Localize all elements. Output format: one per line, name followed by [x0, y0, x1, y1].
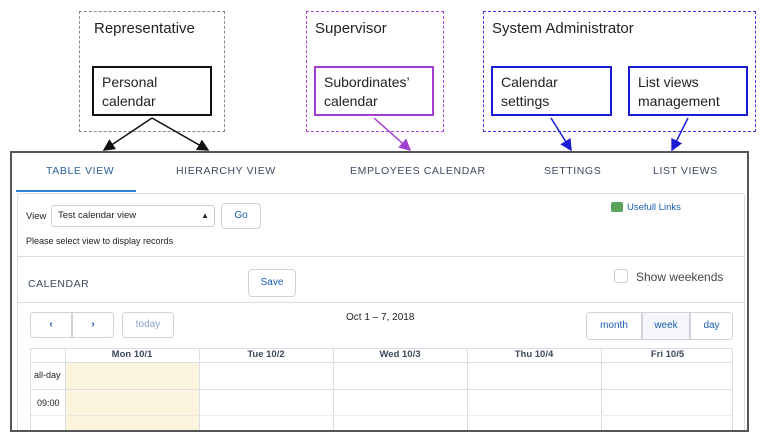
arrow-to-list-views [671, 117, 689, 152]
view-select-value: Test calendar view [58, 210, 137, 221]
week-view-button[interactable]: week [642, 312, 690, 340]
content-panel: View Test calendar view ▲︎ Go Please sel… [17, 193, 745, 430]
arrow-to-employees-calendar [373, 117, 412, 151]
tab-settings[interactable]: SETTINGS [544, 165, 601, 177]
today-button-label: today [135, 319, 161, 330]
show-weekends-label: Show weekends [636, 270, 724, 284]
view-select[interactable]: Test calendar view ▲︎ [51, 205, 215, 227]
day-header-tue: Tue 10/2 [247, 349, 285, 360]
day-header-mon: Mon 10/1 [111, 349, 153, 360]
day-view-button[interactable]: day [690, 312, 733, 340]
tab-bar: TABLE VIEW HIERARCHY VIEW EMPLOYEES CALE… [12, 153, 747, 193]
week-button-label: week [654, 320, 678, 331]
calendar-grid: Mon 10/1 Tue 10/2 Wed 10/3 Thu 10/4 Fri … [30, 348, 733, 430]
grid-line [467, 349, 468, 430]
go-button[interactable]: Go [221, 203, 261, 229]
time-row-label-0900: 09:00 [37, 398, 60, 408]
save-button-label: Save [260, 277, 284, 288]
chevron-left-icon: ‹ [49, 319, 53, 330]
calendar-heading: CALENDAR [28, 278, 90, 290]
app-screenshot: TABLE VIEW HIERARCHY VIEW EMPLOYEES CALE… [10, 151, 749, 432]
grid-line [31, 389, 732, 390]
active-tab-indicator [16, 190, 136, 192]
save-button[interactable]: Save [248, 269, 296, 297]
day-header-fri: Fri 10/5 [650, 349, 685, 360]
next-week-button[interactable]: › [72, 312, 114, 338]
grid-line [31, 415, 732, 416]
highlighted-day-column [65, 363, 199, 430]
grid-line [199, 349, 200, 430]
grid-line [65, 349, 66, 430]
go-button-label: Go [234, 210, 248, 221]
chevron-right-icon: › [91, 319, 95, 330]
useful-links-link[interactable]: Usefull Links [627, 202, 681, 213]
month-button-label: month [600, 320, 628, 331]
day-button-label: day [703, 320, 720, 331]
arrow-to-hierarchy-view [151, 117, 210, 151]
day-header-thu: Thu 10/4 [514, 349, 554, 360]
tab-employees-calendar[interactable]: EMPLOYEES CALENDAR [350, 165, 486, 177]
view-label: View [26, 211, 47, 222]
section-divider [18, 256, 744, 257]
connector-arrows [102, 117, 689, 152]
tab-table-view[interactable]: TABLE VIEW [46, 165, 114, 177]
arrow-to-settings [550, 117, 572, 152]
select-view-hint: Please select view to display records [26, 236, 174, 246]
show-weekends-checkbox[interactable] [614, 269, 628, 283]
month-view-button[interactable]: month [586, 312, 642, 340]
section-divider-2 [18, 302, 744, 303]
grid-line [601, 349, 602, 430]
day-header-wed: Wed 10/3 [379, 349, 421, 360]
tab-list-views[interactable]: LIST VIEWS [653, 165, 718, 177]
prev-week-button[interactable]: ‹ [30, 312, 72, 338]
date-range-label: Oct 1 – 7, 2018 [346, 312, 415, 323]
all-day-row-label: all-day [34, 370, 61, 380]
arrow-to-table-view [102, 117, 153, 151]
select-arrows-icon: ▲︎ [201, 211, 209, 220]
tab-hierarchy-view[interactable]: HIERARCHY VIEW [176, 165, 276, 177]
links-icon [611, 202, 623, 212]
grid-line [31, 362, 732, 363]
today-button[interactable]: today [122, 312, 174, 338]
grid-line [333, 349, 334, 430]
